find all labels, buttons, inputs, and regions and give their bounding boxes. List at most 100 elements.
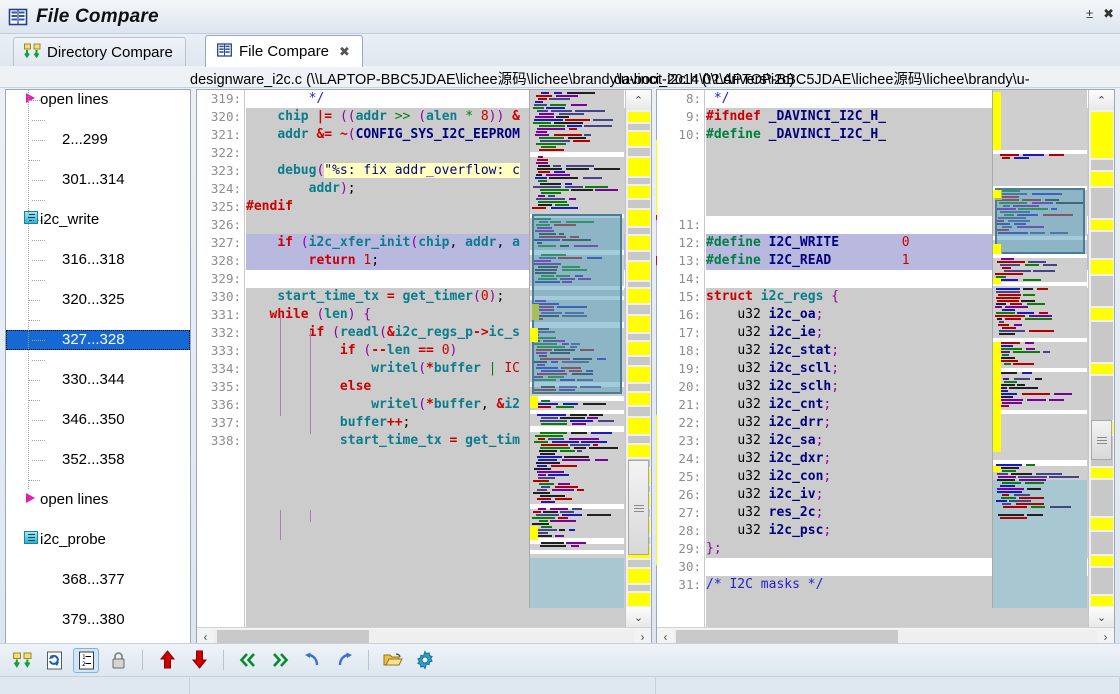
minimap-code-line — [997, 473, 1008, 475]
scrollbar-diff-marker — [628, 178, 650, 184]
refresh-compare-button[interactable] — [41, 648, 67, 673]
line-number: 13: — [678, 253, 701, 268]
minimap-code-line — [1000, 387, 1007, 389]
right-vertical-scrollbar[interactable]: ⌃ ⌄ — [1088, 90, 1114, 627]
tree-item[interactable]: 379...380 — [6, 610, 190, 630]
minimap-code-line — [594, 168, 620, 170]
left-code-pane[interactable]: 319: 320: 321: 322: 323: 324: 325: 326: 327: 328:… — [196, 89, 652, 647]
code-line[interactable] — [706, 612, 1114, 627]
minimap-code-line — [565, 183, 572, 185]
minimap-code-line — [574, 447, 586, 449]
minimap-code-line — [541, 526, 552, 528]
scrollbar-thumb[interactable] — [1091, 420, 1112, 460]
minimap-code-line — [587, 514, 611, 516]
line-number: 12: — [678, 235, 701, 250]
tree-guide-line — [32, 220, 46, 221]
minimap-code-line — [556, 116, 569, 118]
minimap-code-line — [537, 159, 548, 161]
left-code-area[interactable]: 319: 320: 321: 322: 323: 324: 325: 326: 327: 328:… — [197, 90, 651, 627]
code-line[interactable] — [246, 612, 651, 627]
right-file-path: davinci_i2c.h (\\LAPTOP-BBC5JDAE\lichee源… — [614, 72, 1030, 88]
right-code-pane[interactable]: 8: 9: 10: 11: 12: 13: 14: 15: 16: 17: 18: 19: 20: 21:… — [656, 89, 1115, 647]
copy-right-button[interactable] — [267, 648, 293, 673]
line-number: 31: — [678, 577, 701, 592]
open-file-button[interactable] — [380, 648, 406, 673]
next-difference-button[interactable] — [186, 648, 212, 673]
scroll-up-icon[interactable]: ⌃ — [626, 90, 651, 110]
status-cell-1 — [0, 677, 190, 694]
minimap-code-line — [537, 110, 548, 112]
tree-item[interactable]: open lines — [6, 490, 190, 510]
directory-compare-button[interactable] — [9, 648, 35, 673]
minimap-code-line — [541, 192, 561, 194]
minimap-code-line — [543, 511, 558, 513]
scroll-up-icon[interactable]: ⌃ — [1089, 90, 1114, 110]
line-number: 18: — [678, 343, 701, 358]
copy-left-button[interactable] — [235, 648, 261, 673]
minimize-button[interactable]: ± — [1086, 7, 1093, 21]
scrollbar-thumb[interactable] — [628, 460, 649, 555]
tab-file-compare[interactable]: File Compare ✖ — [205, 35, 363, 67]
tree-guide-line — [32, 240, 46, 241]
minimap-code-line — [539, 450, 557, 452]
tree-item[interactable]: 368...377 — [6, 570, 190, 590]
close-button[interactable]: ✖ — [1103, 7, 1114, 21]
tree-guide-line — [32, 120, 46, 121]
scroll-down-icon[interactable]: ⌄ — [626, 607, 651, 627]
left-vertical-scrollbar[interactable]: ⌃ ⌄ — [625, 90, 651, 627]
minimap-viewport[interactable] — [995, 188, 1085, 254]
lock-button[interactable] — [105, 648, 131, 673]
tab-label: File Compare — [239, 43, 330, 60]
minimap-gap — [530, 152, 624, 157]
minimap-code-line — [1014, 378, 1030, 380]
line-number: 30: — [678, 559, 701, 574]
minimap-code-line — [996, 303, 1006, 305]
minimap-code-line — [546, 107, 565, 109]
minimap-code-line — [537, 128, 565, 130]
scrollbar-diff-marker — [628, 342, 650, 355]
line-number: 14: — [678, 271, 701, 286]
minimap-viewport[interactable] — [532, 214, 622, 394]
minimap-code-line — [583, 177, 602, 179]
minimap-code-line — [595, 189, 618, 191]
scrollbar-diff-marker — [1091, 160, 1113, 170]
line-number: 16: — [678, 307, 701, 322]
scrollbar-diff-marker — [1091, 308, 1113, 320]
gear-icon[interactable] — [412, 648, 438, 673]
structure-tree[interactable]: open lines 2...299 301...314 i2c_write 316..… — [5, 89, 191, 647]
left-minimap[interactable] — [529, 90, 624, 608]
minimap-change-marker — [993, 190, 1001, 198]
minimap-code-line — [570, 420, 593, 422]
redo-button[interactable] — [331, 648, 357, 673]
previous-difference-button[interactable] — [154, 648, 180, 673]
tree-item-label: open lines — [40, 491, 109, 508]
right-code-area[interactable]: 8: 9: 10: 11: 12: 13: 14: 15: 16: 17: 18: 19: 20: 21:… — [657, 90, 1114, 627]
tree-guide-line — [29, 400, 41, 401]
minimap-code-line — [999, 384, 1015, 386]
line-number: 15: — [678, 289, 701, 304]
right-minimap[interactable] — [992, 90, 1087, 608]
tree-item[interactable]: i2c_probe — [6, 530, 190, 550]
tab-directory-compare[interactable]: Directory Compare — [13, 37, 186, 67]
scrollbar-diff-marker — [1091, 188, 1113, 218]
tree-item-label: 316...318 — [62, 251, 125, 268]
undo-button[interactable] — [299, 648, 325, 673]
file-compare-button[interactable]: 1 2 — [73, 647, 99, 673]
line-number: 29: — [678, 541, 701, 556]
line-number: 26: — [678, 487, 701, 502]
minimap-code-line — [1000, 264, 1020, 266]
minimap-code-line — [996, 312, 1015, 314]
scrollbar-diff-marker — [628, 289, 650, 303]
minimap-code-line — [548, 438, 564, 440]
minimap-code-line — [554, 92, 562, 94]
minimap-code-line — [1002, 354, 1009, 356]
minimap-code-line — [539, 137, 564, 139]
scroll-down-icon[interactable]: ⌄ — [1089, 607, 1114, 627]
close-icon[interactable]: ✖ — [339, 44, 350, 60]
minimap-code-line — [1002, 327, 1016, 329]
line-number: 323: — [210, 163, 241, 178]
minimap-change-marker — [993, 342, 1001, 452]
minimap-change-marker — [530, 526, 538, 540]
line-number: 8: — [685, 91, 701, 106]
minimap-code-line — [559, 113, 584, 115]
